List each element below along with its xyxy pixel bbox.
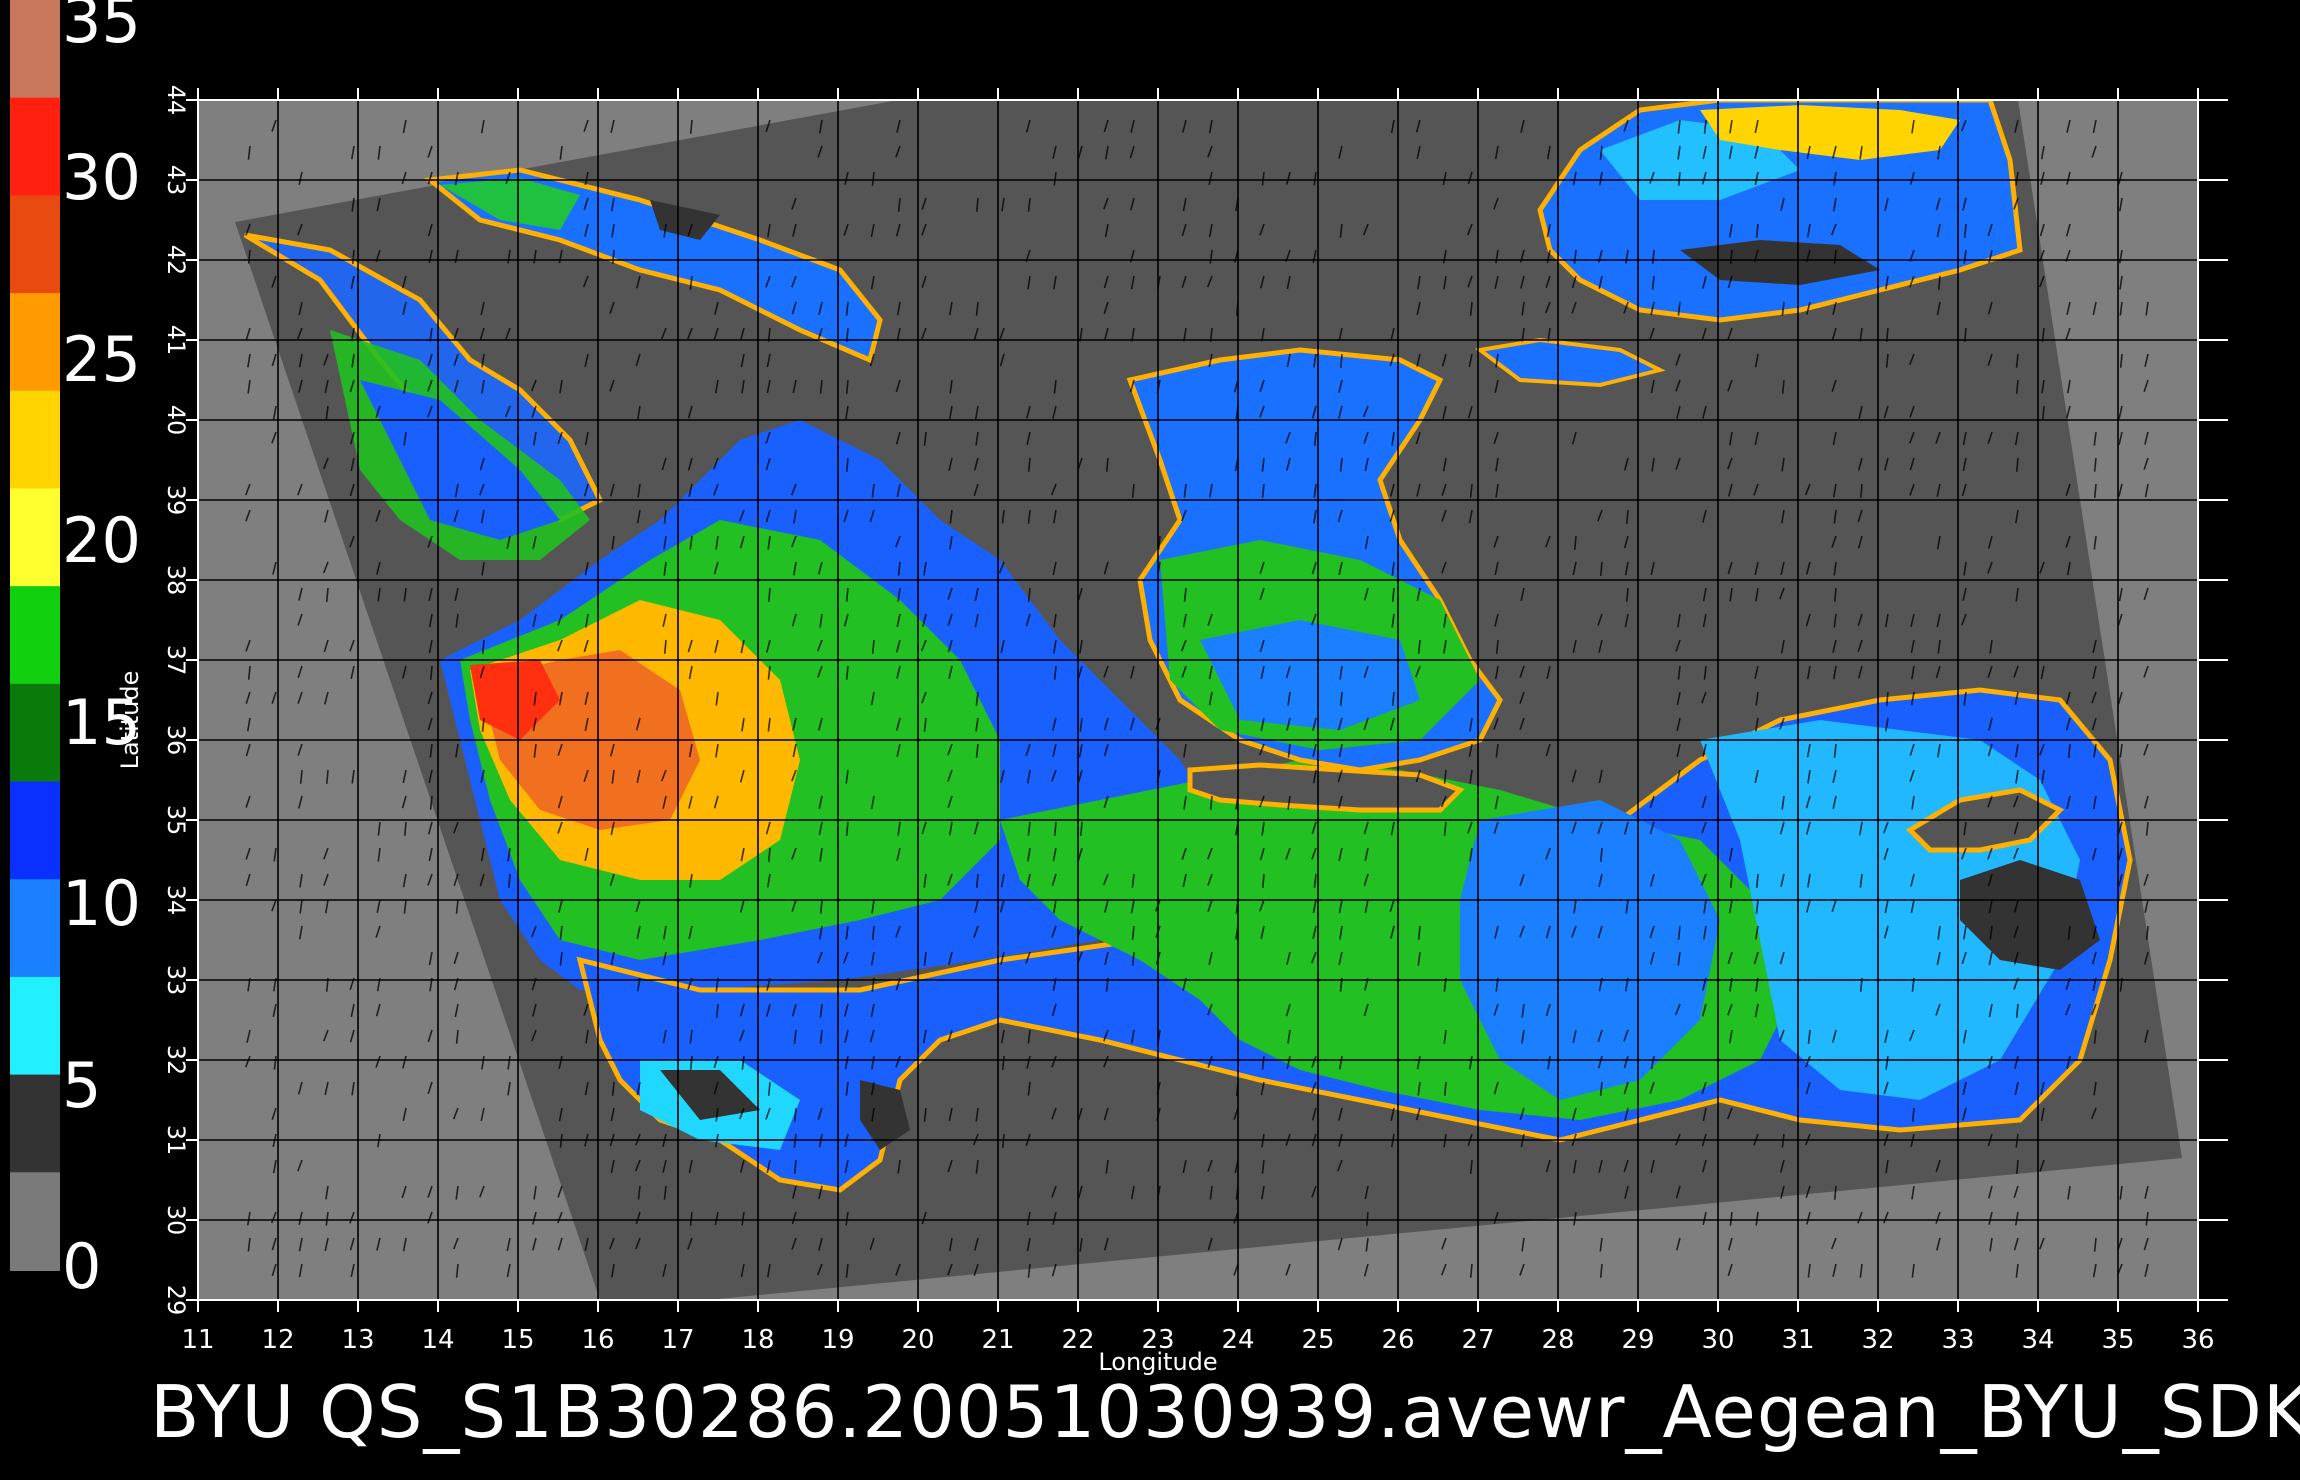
x-tick-label: 33 — [1941, 1325, 1974, 1355]
y-tick-label: 37 — [162, 645, 190, 676]
figure: 35 30 25 20 15 10 5 0 11 12 13 14 15 16 … — [0, 0, 2300, 1480]
x-tick-label: 18 — [741, 1325, 774, 1355]
colorbar-segment — [10, 683, 60, 783]
x-tick-label: 25 — [1301, 1325, 1334, 1355]
x-tick-label: 12 — [261, 1325, 294, 1355]
x-tick-label: 11 — [181, 1325, 214, 1355]
y-tick-label: 35 — [162, 805, 190, 836]
x-tick-label: 30 — [1701, 1325, 1734, 1355]
y-tick-label: 40 — [162, 405, 190, 436]
x-tick-label: 29 — [1621, 1325, 1654, 1355]
colorbar-segment — [10, 488, 60, 588]
colorbar-segment — [10, 586, 60, 685]
colorbar-segment — [10, 293, 60, 392]
y-tick-label: 38 — [162, 565, 190, 596]
x-tick-label: 13 — [341, 1325, 374, 1355]
colorbar-segment — [10, 879, 60, 978]
x-tick-label: 36 — [2181, 1325, 2214, 1355]
y-tick-label: 42 — [162, 245, 190, 276]
y-tick-label: 39 — [162, 485, 190, 516]
y-tick-label: 36 — [162, 725, 190, 756]
x-tick-label: 26 — [1381, 1325, 1414, 1355]
colorbar-segment — [10, 1074, 60, 1174]
y-tick-label: 43 — [162, 165, 190, 196]
x-tick-label: 15 — [501, 1325, 534, 1355]
x-tick-label: 14 — [421, 1325, 454, 1355]
x-tick-label: 32 — [1861, 1325, 1894, 1355]
y-tick-label: 41 — [162, 325, 190, 356]
x-tick-label: 19 — [821, 1325, 854, 1355]
x-tick-label: 35 — [2101, 1325, 2134, 1355]
x-tick-label: 31 — [1781, 1325, 1814, 1355]
x-tick-label: 34 — [2021, 1325, 2054, 1355]
y-tick-label: 31 — [162, 1125, 190, 1156]
x-tick-label: 17 — [661, 1325, 694, 1355]
y-tick-label: 33 — [162, 965, 190, 996]
colorbar-segment — [10, 781, 60, 881]
x-tick-label: 20 — [901, 1325, 934, 1355]
colorbar-segment — [10, 976, 60, 1076]
colorbar-segment — [10, 97, 60, 197]
y-tick-label: 34 — [162, 885, 190, 916]
y-tick-label: 29 — [162, 1285, 190, 1316]
colorbar-segment — [10, 195, 60, 295]
x-tick-label: 28 — [1541, 1325, 1574, 1355]
wind-speed-map: 11 12 13 14 15 16 17 18 19 20 21 22 23 24 25 26 27 28 29 30… — [10, 0, 2228, 1376]
colorbar — [10, 0, 60, 1271]
caption: BYU QS_S1B30286.20051030939.avewr_Aegean… — [150, 1370, 2300, 1454]
y-tick-label: 30 — [162, 1205, 190, 1236]
x-tick-label: 24 — [1221, 1325, 1254, 1355]
colorbar-segment — [10, 1172, 60, 1271]
y-tick-label: 32 — [162, 1045, 190, 1076]
x-tick-label: 27 — [1461, 1325, 1494, 1355]
x-tick-label: 16 — [581, 1325, 614, 1355]
x-tick-label: 21 — [981, 1325, 1014, 1355]
x-tick-label: 22 — [1061, 1325, 1094, 1355]
y-axis-label: Latitude — [116, 671, 144, 770]
colorbar-segment — [10, 0, 60, 99]
y-tick-label: 44 — [162, 85, 190, 116]
colorbar-segment — [10, 390, 60, 490]
